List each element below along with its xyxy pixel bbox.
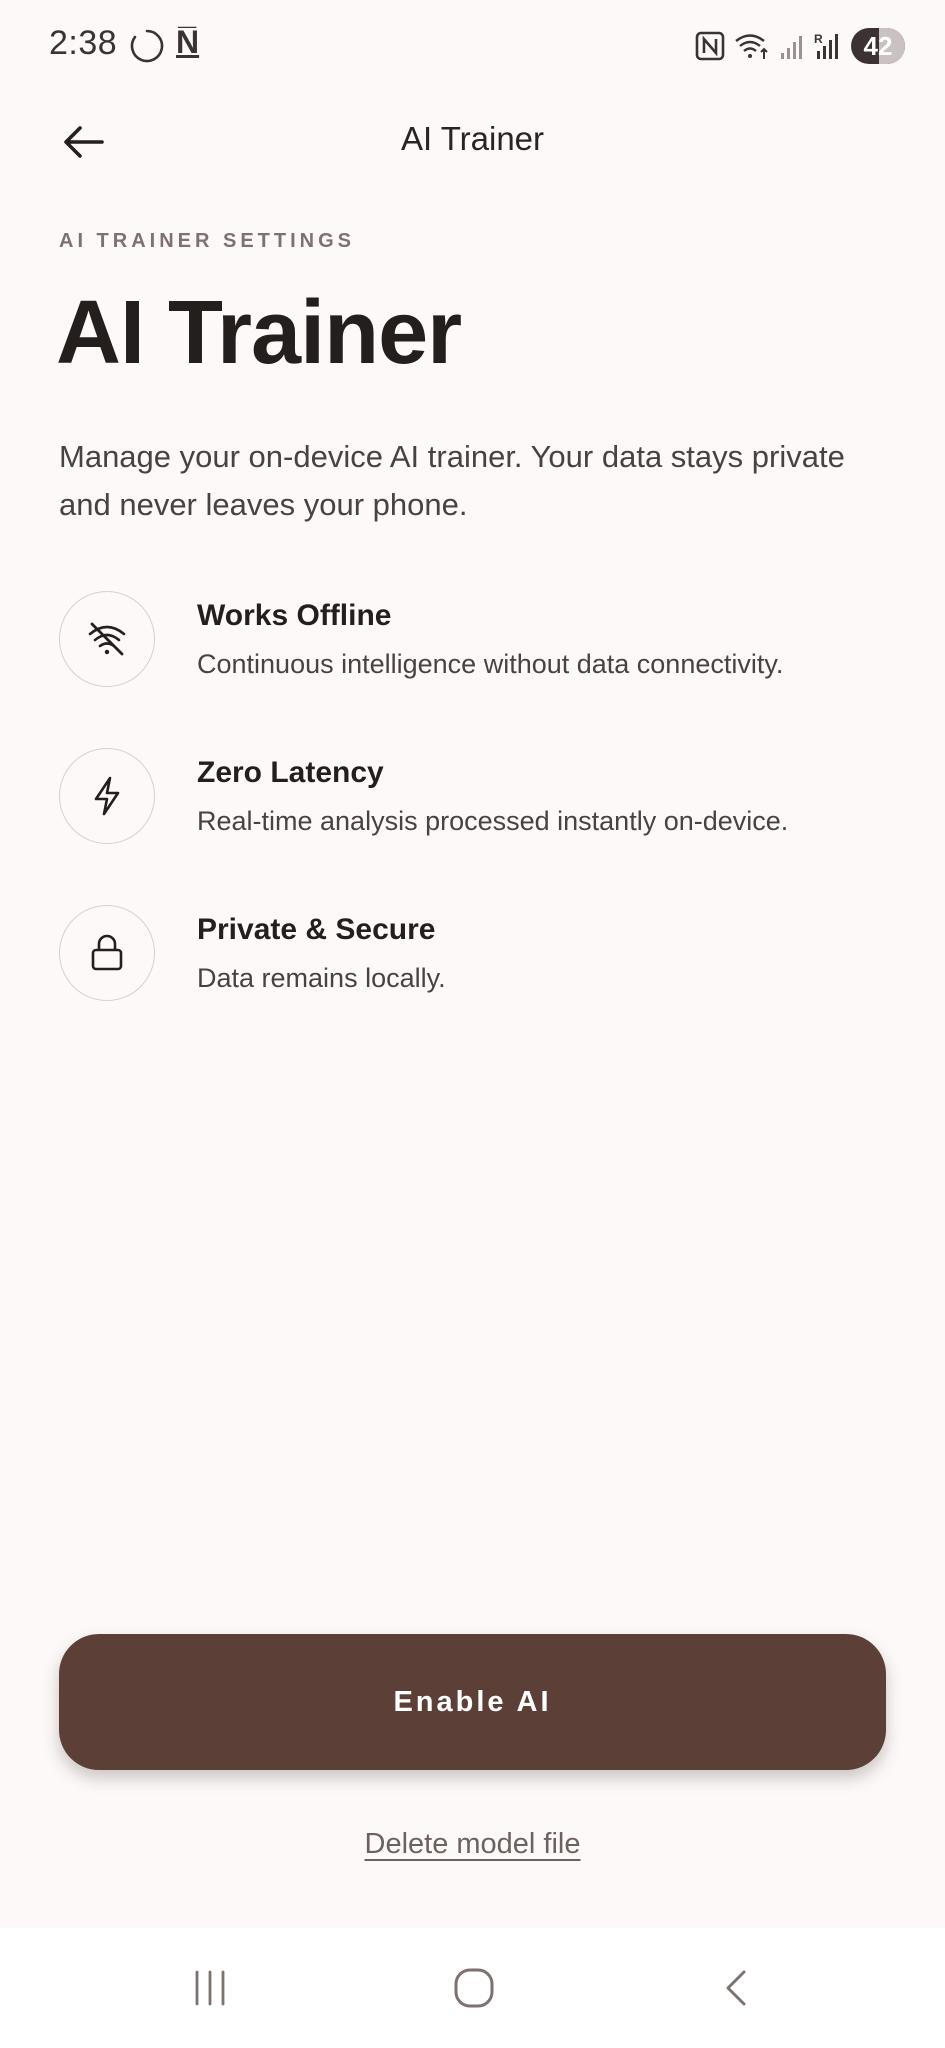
delete-model-label[interactable]: Delete model file	[365, 1828, 581, 1860]
wifi-off-icon	[59, 591, 155, 687]
feature-private-secure: Private & Secure Data remains locally.	[59, 905, 899, 1005]
status-bar: 2:38 N̅ R 42	[0, 0, 945, 92]
battery-icon: 42	[851, 28, 905, 64]
app-bar-title: AI Trainer	[400, 120, 545, 157]
status-icons: R 42	[695, 24, 905, 68]
wifi-icon	[735, 34, 768, 59]
signal-r-icon: R	[814, 32, 838, 59]
feature-zero-latency: Zero Latency Real-time analysis processe…	[59, 748, 899, 848]
delete-model-link[interactable]: Delete model file	[0, 1828, 945, 1861]
feature-title: Private & Secure	[197, 913, 436, 946]
feature-description: Data remains locally.	[197, 963, 446, 993]
back-icon[interactable]	[706, 1956, 770, 2020]
home-icon[interactable]	[442, 1956, 506, 2020]
app-bar: AI Trainer	[0, 100, 945, 182]
system-nav-bar	[0, 1928, 945, 2048]
sync-icon	[130, 29, 164, 63]
battery-level: 42	[863, 31, 893, 61]
feature-description: Continuous intelligence without data con…	[197, 649, 784, 679]
lock-icon	[59, 905, 155, 1001]
bolt-icon	[59, 748, 155, 844]
feature-works-offline: Works Offline Continuous intelligence wi…	[59, 591, 899, 691]
status-time: 2:38	[49, 24, 118, 62]
page-title: AI Trainer	[56, 283, 462, 383]
feature-description: Real-time analysis processed instantly o…	[197, 806, 789, 836]
section-overline: AI TRAINER SETTINGS	[59, 230, 356, 252]
feature-title: Zero Latency	[197, 756, 384, 789]
recents-icon[interactable]	[178, 1956, 242, 2020]
notification-n-icon: N̅	[176, 24, 200, 60]
enable-ai-button[interactable]: Enable AI	[59, 1634, 886, 1770]
page-description: Manage your on-device AI trainer. Your d…	[59, 439, 845, 522]
svg-text:R: R	[814, 32, 823, 46]
feature-title: Works Offline	[197, 599, 392, 632]
signal-icon	[781, 36, 802, 59]
nfc-icon	[695, 31, 725, 61]
